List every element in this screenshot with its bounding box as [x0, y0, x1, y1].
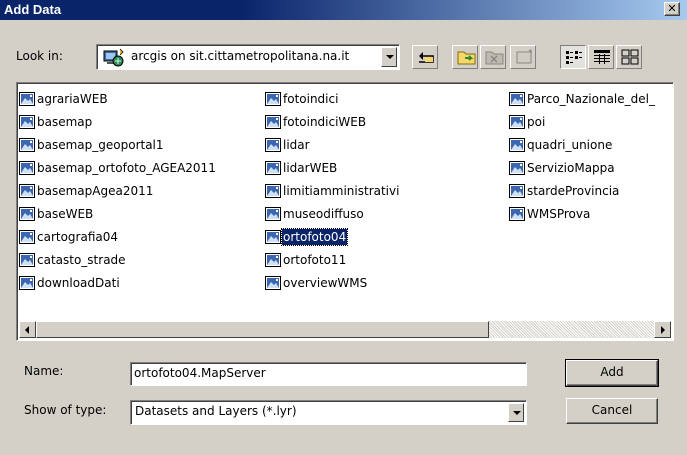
cancel-button[interactable]: Cancel [566, 398, 658, 424]
add-data-dialog: Add Data ✕ Look in: arcgis on sit.cittam… [0, 0, 687, 455]
name-input[interactable]: ortofoto04.MapServer [130, 362, 527, 386]
map-service-icon [265, 115, 281, 129]
list-item-label: lidarWEB [283, 161, 338, 175]
title-bar[interactable]: Add Data ✕ [0, 0, 687, 20]
scroll-thumb[interactable] [36, 321, 489, 338]
map-service-icon [509, 92, 525, 106]
list-item-label: limitiamministrativi [283, 184, 400, 198]
list-item-label: baseWEB [37, 207, 94, 221]
map-service-icon [19, 115, 35, 129]
up-one-level-icon [419, 52, 434, 63]
list-item-label: catasto_strade [37, 253, 126, 267]
map-service-icon [265, 276, 281, 290]
list-item-label: museodiffuso [283, 207, 364, 221]
details-view-icon [594, 50, 610, 64]
name-label: Name: [24, 364, 64, 378]
details-view-button[interactable] [588, 45, 614, 69]
map-service-icon [19, 207, 35, 221]
connect-to-folder-icon [457, 51, 476, 65]
window-title: Add Data [4, 2, 62, 17]
map-service-icon [19, 276, 35, 290]
map-service-icon [509, 161, 525, 175]
list-item-label: downloadDati [37, 276, 120, 290]
list-item-label: fotoindici [283, 92, 339, 106]
scroll-right-button[interactable] [654, 321, 671, 338]
list-item-label: basemap [37, 115, 93, 129]
list-item-label: basemap_geoportal1 [37, 138, 164, 152]
list-item-label: cartografia04 [37, 230, 119, 244]
add-button[interactable]: Add [565, 359, 659, 387]
map-service-icon [509, 207, 525, 221]
list-item-label: WMSProva [527, 207, 591, 221]
list-item-label: lidar [283, 138, 310, 152]
map-service-icon [265, 184, 281, 198]
scroll-left-button[interactable] [19, 321, 36, 338]
new-folder-button[interactable] [510, 45, 536, 69]
list-item-label: basemap_ortofoto_AGEA2011 [37, 161, 216, 175]
map-service-icon [265, 207, 281, 221]
map-service-icon [509, 115, 525, 129]
look-in-arrow[interactable] [381, 47, 397, 67]
map-service-icon [19, 230, 35, 244]
list-item-label: ServizioMappa [527, 161, 615, 175]
connect-to-folder-button[interactable] [452, 45, 478, 69]
list-item-label: ortofoto04 [280, 228, 349, 246]
list-item-label: Parco_Nazionale_del_ [527, 92, 655, 106]
map-service-icon [19, 92, 35, 106]
new-folder-icon [516, 49, 532, 64]
thumbnails-view-icon [621, 49, 639, 65]
map-service-icon [509, 184, 525, 198]
list-item-label: fotoindiciWEB [283, 115, 367, 129]
look-in-dropdown[interactable]: arcgis on sit.cittametropolitana.na.it [96, 44, 400, 70]
map-service-icon [265, 161, 281, 175]
show-of-type-label: Show of type: [24, 403, 107, 417]
list-item-label: ortofoto11 [283, 253, 347, 267]
look-in-label: Look in: [16, 49, 63, 63]
type-dropdown-arrow[interactable] [508, 403, 524, 422]
file-list[interactable]: WMSProva stardeProvincia ServizioMappa quad… [16, 82, 674, 341]
type-dropdown[interactable]: Datasets and Layers (*.lyr) [130, 400, 527, 425]
map-service-icon [509, 138, 525, 152]
list-view-button[interactable] [560, 45, 586, 69]
type-value: Datasets and Layers (*.lyr) [135, 404, 297, 418]
close-button[interactable]: ✕ [664, 2, 680, 16]
list-item-label: basemapAgea2011 [37, 184, 154, 198]
list-item-label: overviewWMS [283, 276, 368, 290]
map-service-icon [265, 253, 281, 267]
up-one-level-button[interactable] [412, 45, 438, 69]
disconnect-folder-button[interactable] [480, 45, 506, 69]
map-service-icon [19, 184, 35, 198]
list-item-label: quadri_unione [527, 138, 613, 152]
map-service-icon [265, 138, 281, 152]
horizontal-scrollbar[interactable] [19, 321, 671, 338]
disconnect-folder-icon [485, 51, 504, 65]
map-service-icon [19, 253, 35, 267]
map-service-icon [265, 92, 281, 106]
close-icon: ✕ [667, 2, 677, 15]
map-service-icon [265, 230, 281, 244]
map-service-icon [19, 138, 35, 152]
list-view-icon [566, 51, 582, 64]
map-service-icon [19, 161, 35, 175]
gis-server-icon [103, 48, 125, 68]
list-item-label: stardeProvincia [527, 184, 620, 198]
list-item-label: poi [527, 115, 546, 129]
look-in-value: arcgis on sit.cittametropolitana.na.it [131, 49, 350, 63]
thumbnails-view-button[interactable] [616, 45, 642, 69]
list-item-label: agrariaWEB [37, 92, 108, 106]
